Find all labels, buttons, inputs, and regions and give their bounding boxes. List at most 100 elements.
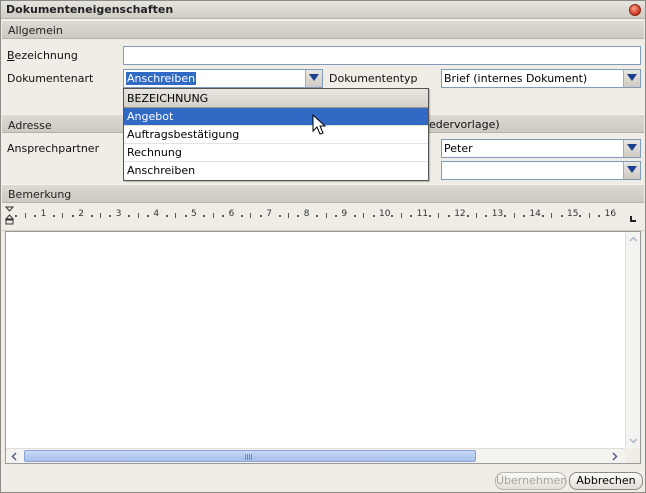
ansprechpartner-label: Ansprechpartner [7, 142, 100, 155]
triangle-down-icon [627, 166, 637, 173]
ruler-dot [410, 215, 413, 217]
dokumentenart-dropdown-button[interactable] [305, 70, 322, 87]
dropdown-option-rechnung[interactable]: Rechnung [124, 144, 428, 162]
ruler-dot [278, 215, 281, 217]
scroll-corner [625, 448, 640, 463]
scroll-right-icon[interactable] [608, 450, 621, 463]
section-header-allgemein: Allgemein [2, 20, 644, 39]
dropdown-column-header[interactable]: BEZEICHNUNG [124, 89, 428, 108]
apply-button[interactable]: Übernehmen [495, 472, 567, 490]
ruler-dot [429, 215, 431, 217]
dokumentenart-dropdown-list: BEZEICHNUNG Angebot Auftragsbestätigung … [123, 88, 429, 181]
ruler-dot [90, 215, 93, 217]
ruler-half-tick [400, 213, 402, 218]
scroll-down-icon[interactable] [627, 434, 640, 447]
ruler-dot [447, 215, 450, 217]
contact-secondary-dropdown-button[interactable] [623, 162, 640, 179]
ruler-number: 6 [228, 209, 235, 219]
ruler[interactable]: 1 2 3 4 5 6 7 8 9 10 11 12 13 14 15 16 [2, 204, 644, 231]
ruler-dot [523, 215, 525, 217]
ruler-dot [598, 215, 601, 217]
dokumententyp-label: Dokumententyp [329, 72, 418, 85]
ruler-number: 14 [529, 209, 541, 219]
ruler-half-tick [588, 213, 590, 218]
ruler-number: 5 [191, 209, 197, 219]
ruler-dot [109, 215, 112, 217]
section-title-allgemein: Allgemein [8, 24, 63, 37]
contact-secondary-select[interactable] [441, 161, 641, 180]
bemerkung-editor[interactable] [5, 231, 641, 464]
ruler-dot [560, 215, 563, 217]
ruler-half-tick [476, 213, 477, 218]
dropdown-option-auftragsbestaetigung[interactable]: Auftragsbestätigung [124, 126, 428, 144]
title-bar[interactable]: Dokumenteneigenschaften [1, 1, 645, 19]
cancel-button[interactable]: Abbrechen [569, 472, 643, 490]
mouse-cursor-icon [312, 114, 326, 135]
horizontal-scrollbar[interactable] [6, 448, 625, 463]
partially-hidden-text: edervorlage) [429, 118, 500, 131]
triangle-down-icon [309, 74, 319, 81]
ruler-half-tick [288, 213, 289, 218]
ruler-dot [541, 215, 544, 217]
dokumententyp-value: Brief (internes Dokument) [444, 72, 588, 85]
ruler-dot [485, 215, 488, 217]
ruler-dot [335, 215, 337, 217]
ruler-dot [391, 215, 394, 217]
dropdown-option-anschreiben[interactable]: Anschreiben [124, 162, 428, 180]
ruler-number: 10 [379, 209, 391, 219]
ruler-dot [34, 215, 37, 217]
indent-marker-icon[interactable] [5, 206, 15, 230]
dokumententyp-dropdown-button[interactable] [623, 70, 640, 87]
horizontal-scroll-thumb[interactable] [24, 450, 476, 462]
triangle-down-icon [627, 74, 637, 81]
ruler-half-tick [137, 213, 139, 218]
ansprechpartner-dropdown-button[interactable] [623, 140, 640, 157]
ruler-dot [466, 215, 469, 217]
ruler-half-tick [62, 213, 64, 218]
ruler-number: 15 [567, 209, 579, 219]
ruler-half-tick [100, 213, 101, 218]
ruler-dot [184, 215, 187, 217]
ruler-half-tick [250, 213, 252, 218]
ruler-dot [297, 215, 300, 217]
vertical-scrollbar[interactable] [625, 232, 640, 448]
close-icon[interactable] [629, 4, 641, 16]
ruler-dot [128, 215, 131, 217]
scroll-left-icon[interactable] [8, 450, 21, 463]
grip-icon [245, 454, 253, 460]
ruler-number: 16 [604, 209, 617, 219]
dokumententyp-select[interactable]: Brief (internes Dokument) [441, 69, 641, 88]
ruler-dot [372, 215, 375, 217]
ruler-number: 3 [115, 209, 122, 219]
ruler-dot [504, 215, 507, 217]
ruler-half-tick [24, 213, 26, 218]
ruler-dot [316, 215, 319, 217]
section-title-bemerkung: Bemerkung [8, 188, 72, 201]
triangle-down-icon [627, 144, 637, 151]
ruler-half-tick [325, 213, 327, 218]
bezeichnung-input[interactable] [123, 46, 641, 65]
dropdown-option-angebot[interactable]: Angebot [124, 108, 428, 126]
scroll-up-icon[interactable] [627, 233, 640, 246]
window-title: Dokumenteneigenschaften [6, 3, 174, 16]
ruler-half-tick [551, 213, 553, 218]
ruler-dot [222, 215, 225, 217]
ruler-half-tick [438, 213, 440, 218]
ruler-number: 7 [266, 209, 272, 219]
section-header-bemerkung: Bemerkung [2, 184, 644, 203]
ruler-dot [579, 215, 582, 217]
ansprechpartner-select[interactable]: Peter [441, 139, 641, 158]
bezeichnung-label: Bezeichnung [7, 49, 78, 62]
ruler-dot [71, 215, 74, 217]
ruler-number: 8 [303, 209, 310, 219]
ruler-number: 1 [40, 209, 47, 219]
ruler-number: 2 [78, 209, 84, 219]
ruler-half-tick [175, 213, 177, 218]
tab-stop-icon[interactable] [630, 216, 636, 222]
document-properties-dialog: Dokumenteneigenschaften Allgemein Bezeic… [0, 0, 646, 493]
ruler-number: 4 [153, 209, 160, 219]
ruler-dot [259, 215, 262, 217]
dokumentenart-select[interactable]: Anschreiben [123, 69, 323, 88]
ruler-half-tick [212, 213, 214, 218]
ruler-half-tick [513, 213, 515, 218]
